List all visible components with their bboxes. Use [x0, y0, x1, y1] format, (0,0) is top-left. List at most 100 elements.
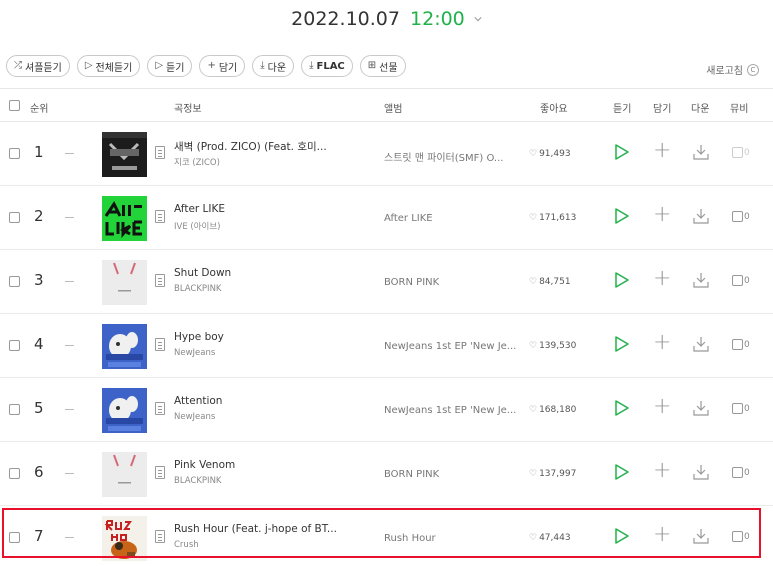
album-cover[interactable] [102, 132, 147, 177]
play-all-button[interactable]: ▷ 전체듣기 [76, 55, 141, 77]
like-button[interactable]: ♡ 171,613 [529, 213, 576, 223]
song-title[interactable]: Pink Venom [174, 459, 235, 471]
gift-button[interactable]: ⊞ 선물 [359, 55, 406, 77]
album-cover[interactable] [102, 260, 147, 305]
song-title[interactable]: Hype boy [174, 331, 224, 343]
album-cover[interactable] [102, 516, 147, 561]
chart-time-selector[interactable]: 12:00 [410, 8, 465, 30]
table-row: 6 Pink Venom BLACKPINK BORN PINK ♡ 137,997 +0 [0, 442, 773, 506]
download-icon[interactable] [692, 335, 710, 353]
add-icon[interactable]: + [653, 332, 671, 354]
select-all-checkbox[interactable] [9, 100, 20, 111]
like-button[interactable]: ♡ 84,751 [529, 277, 571, 287]
download-icon[interactable] [692, 399, 710, 417]
download-icon[interactable] [692, 207, 710, 225]
album-name[interactable]: NewJeans 1st EP 'New Je... [384, 405, 516, 416]
song-info-icon[interactable] [155, 274, 165, 287]
row-checkbox[interactable] [9, 276, 20, 287]
like-button[interactable]: ♡ 168,180 [529, 405, 576, 415]
chevron-down-icon[interactable] [474, 15, 482, 23]
header-listen: 듣기 [613, 104, 632, 115]
download-icon[interactable] [692, 527, 710, 545]
album-name[interactable]: BORN PINK [384, 469, 439, 480]
add-to-playlist-button[interactable]: + 담기 [199, 55, 246, 77]
song-title[interactable]: Rush Hour (Feat. j-hope of BT... [174, 523, 337, 535]
album-cover[interactable] [102, 388, 147, 433]
play-icon[interactable] [614, 271, 630, 289]
artist-name[interactable]: Crush [174, 540, 199, 550]
song-info-icon[interactable] [155, 466, 165, 479]
artist-name[interactable]: BLACKPINK [174, 284, 222, 294]
artist-name[interactable]: NewJeans [174, 412, 215, 422]
album-name[interactable]: Rush Hour [384, 533, 436, 544]
download-button[interactable]: ⤓ 다운 [252, 55, 295, 77]
play-icon[interactable] [614, 207, 630, 225]
add-icon[interactable]: + [653, 524, 671, 546]
artist-name[interactable]: BLACKPINK [174, 476, 222, 486]
table-row: 2 After LIKE IVE (아이브) After LIKE ♡ 171,613 +0 [0, 186, 773, 250]
row-checkbox[interactable] [9, 148, 20, 159]
album-name[interactable]: After LIKE [384, 213, 433, 224]
play-icon[interactable] [614, 399, 630, 417]
flac-download-button[interactable]: ⤓ FLAC [301, 55, 353, 77]
song-title[interactable]: After LIKE [174, 203, 225, 215]
like-button[interactable]: ♡ 139,530 [529, 341, 576, 351]
row-checkbox[interactable] [9, 340, 20, 351]
shuffle-play-button[interactable]: ⤮ 셔플듣기 [6, 55, 70, 77]
download-icon[interactable] [692, 143, 710, 161]
album-name[interactable]: 스트릿 맨 파이터(SMF) O... [384, 149, 503, 164]
music-video-button[interactable]: 0 [732, 339, 750, 350]
add-icon[interactable]: + [653, 460, 671, 482]
rank-change-indicator [65, 153, 74, 154]
song-info-icon[interactable] [155, 210, 165, 223]
music-video-button[interactable]: 0 [732, 467, 750, 478]
song-title[interactable]: 새벽 (Prod. ZICO) (Feat. 호미... [174, 139, 327, 154]
play-selected-button[interactable]: ▷ 듣기 [147, 55, 193, 77]
music-video-button[interactable]: 0 [732, 531, 750, 542]
play-icon[interactable] [614, 335, 630, 353]
music-video-button[interactable]: 0 [732, 147, 750, 158]
row-checkbox[interactable] [9, 404, 20, 415]
album-cover[interactable] [102, 452, 147, 497]
song-info-icon[interactable] [155, 338, 165, 351]
add-icon[interactable]: + [653, 396, 671, 418]
table-row: 1 새벽 (Prod. ZICO) (Feat. 호미... 지코 (ZICO) 스트… [0, 122, 773, 186]
row-checkbox[interactable] [9, 212, 20, 223]
artist-name[interactable]: NewJeans [174, 348, 215, 358]
rank-number: 5 [34, 399, 44, 417]
album-name[interactable]: NewJeans 1st EP 'New Je... [384, 341, 516, 352]
add-icon[interactable]: + [653, 268, 671, 290]
music-video-button[interactable]: 0 [732, 211, 750, 222]
play-icon[interactable] [614, 143, 630, 161]
row-checkbox[interactable] [9, 468, 20, 479]
music-video-button[interactable]: 0 [732, 275, 750, 286]
heart-icon: ♡ [529, 213, 538, 223]
album-name[interactable]: BORN PINK [384, 277, 439, 288]
song-info-icon[interactable] [155, 146, 165, 159]
artist-name[interactable]: 지코 (ZICO) [174, 156, 220, 168]
album-cover[interactable] [102, 196, 147, 241]
play-icon[interactable] [614, 463, 630, 481]
song-info-icon[interactable] [155, 402, 165, 415]
refresh-button[interactable]: 새로고침 C [706, 62, 759, 77]
song-title[interactable]: Shut Down [174, 267, 231, 279]
artist-name[interactable]: IVE (아이브) [174, 220, 221, 232]
add-icon[interactable]: + [653, 140, 671, 162]
like-button[interactable]: ♡ 91,493 [529, 149, 571, 159]
download-icon[interactable] [692, 463, 710, 481]
song-title[interactable]: Attention [174, 395, 222, 407]
like-button[interactable]: ♡ 137,997 [529, 469, 576, 479]
song-info-icon[interactable] [155, 530, 165, 543]
play-icon[interactable] [614, 527, 630, 545]
rank-number: 3 [34, 271, 44, 289]
like-button[interactable]: ♡ 47,443 [529, 533, 571, 543]
download-icon[interactable] [692, 271, 710, 289]
album-cover[interactable] [102, 324, 147, 369]
plus-icon: + [207, 60, 216, 71]
rank-number: 6 [34, 463, 44, 481]
row-checkbox[interactable] [9, 532, 20, 543]
add-icon[interactable]: + [653, 204, 671, 226]
header-add: 담기 [653, 104, 672, 115]
like-count: 47,443 [539, 533, 571, 543]
music-video-button[interactable]: 0 [732, 403, 750, 414]
